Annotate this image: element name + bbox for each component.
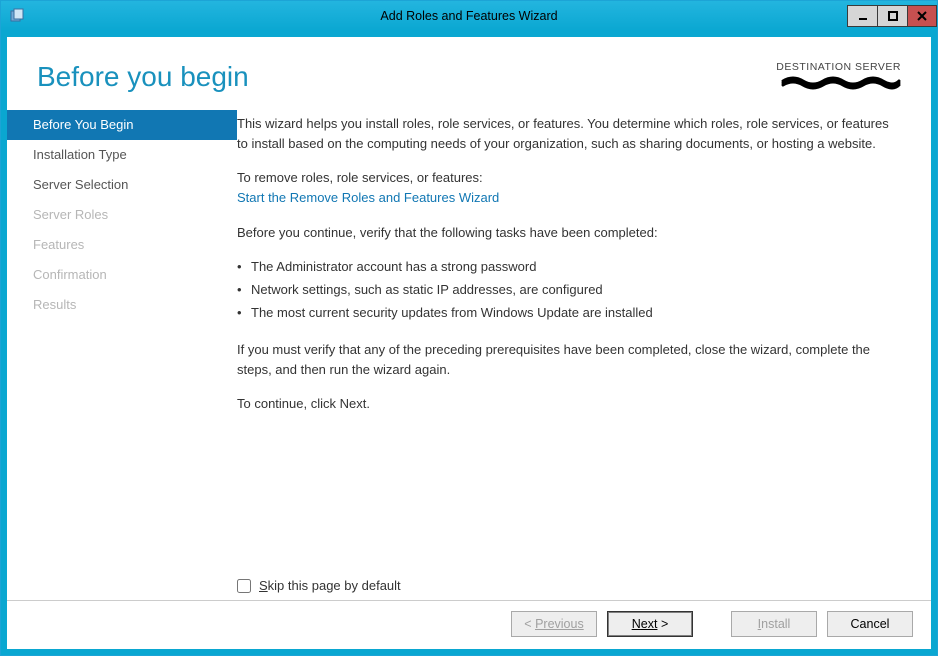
start-remove-wizard-link[interactable]: Start the Remove Roles and Features Wiza… xyxy=(237,188,901,208)
remove-lead-text: To remove roles, role services, or featu… xyxy=(237,168,901,188)
wizard-content: This wizard helps you install roles, rol… xyxy=(237,106,931,600)
prerequisite-item: The Administrator account has a strong p… xyxy=(237,257,901,277)
nav-results: Results xyxy=(7,290,237,320)
minimize-icon xyxy=(858,11,868,21)
install-button: Install xyxy=(731,611,817,637)
nav-confirmation: Confirmation xyxy=(7,260,237,290)
window-body: Before you begin DESTINATION SERVER Befo… xyxy=(1,31,937,655)
verify-followup-text: If you must verify that any of the prece… xyxy=(237,340,901,380)
maximize-button[interactable] xyxy=(877,5,907,27)
close-button[interactable] xyxy=(907,5,937,27)
continue-hint-text: To continue, click Next. xyxy=(237,394,901,414)
button-gap xyxy=(703,611,721,637)
cancel-button[interactable]: Cancel xyxy=(827,611,913,637)
window-title: Add Roles and Features Wizard xyxy=(1,9,937,23)
destination-server-name-redacted xyxy=(781,75,901,91)
maximize-icon xyxy=(888,11,898,21)
nav-server-selection[interactable]: Server Selection xyxy=(7,170,237,200)
app-icon xyxy=(9,8,25,24)
minimize-button[interactable] xyxy=(847,5,877,27)
skip-label: Skip this page by default xyxy=(259,576,401,596)
wizard-nav: Before You Begin Installation Type Serve… xyxy=(7,106,237,600)
prerequisite-item: Network settings, such as static IP addr… xyxy=(237,280,901,300)
wizard-header: Before you begin DESTINATION SERVER xyxy=(7,37,931,106)
destination-server-label: DESTINATION SERVER xyxy=(776,61,901,73)
verify-lead-text: Before you continue, verify that the fol… xyxy=(237,223,901,243)
next-button[interactable]: Next > xyxy=(607,611,693,637)
nav-server-roles: Server Roles xyxy=(7,200,237,230)
nav-installation-type[interactable]: Installation Type xyxy=(7,140,237,170)
wizard-body: Before You Begin Installation Type Serve… xyxy=(7,106,931,600)
wizard-window: Add Roles and Features Wizard Before you… xyxy=(0,0,938,656)
nav-before-you-begin[interactable]: Before You Begin xyxy=(7,110,237,140)
intro-text: This wizard helps you install roles, rol… xyxy=(237,114,901,154)
page-title: Before you begin xyxy=(37,61,249,93)
previous-button: < Previous xyxy=(511,611,597,637)
wizard-footer: < Previous Next > Install Cancel xyxy=(7,600,931,649)
titlebar: Add Roles and Features Wizard xyxy=(1,1,937,31)
window-controls xyxy=(847,5,937,27)
skip-checkbox[interactable] xyxy=(237,579,251,593)
nav-features: Features xyxy=(7,230,237,260)
prerequisite-list: The Administrator account has a strong p… xyxy=(237,257,901,326)
remove-section: To remove roles, role services, or featu… xyxy=(237,168,901,208)
skip-row: Skip this page by default xyxy=(237,564,901,600)
destination-server-box: DESTINATION SERVER xyxy=(776,61,901,96)
prerequisite-item: The most current security updates from W… xyxy=(237,303,901,323)
close-icon xyxy=(917,11,927,21)
